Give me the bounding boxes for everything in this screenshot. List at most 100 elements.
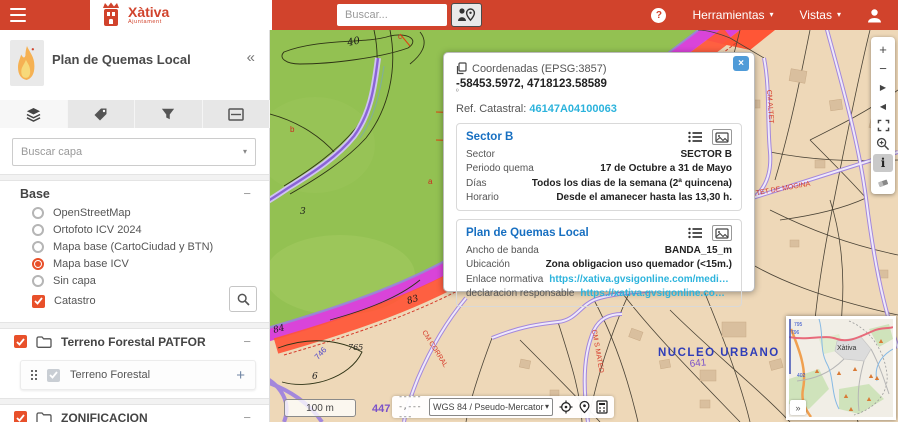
close-icon[interactable]: × (733, 56, 749, 71)
attr-value: Todos los dias de la semana (2ª quincena… (532, 178, 732, 189)
attr-link-value[interactable]: https://xativa.gvsigonline.com/media/dat… (580, 288, 732, 299)
checkbox-checked-icon[interactable] (32, 295, 45, 308)
help-icon[interactable]: ? (651, 8, 666, 23)
attr-link-value[interactable]: https://xativa.gvsigonline.com/media/dat… (549, 274, 732, 285)
pan-east-button[interactable]: ▶ (873, 78, 893, 96)
list-icon (688, 227, 703, 239)
top-navbar: Xàtiva Ajuntament ? Herramientas ▾ Vista… (0, 0, 898, 30)
app-logo[interactable]: Xàtiva Ajuntament (90, 0, 272, 30)
magnifier-plus-icon (876, 137, 890, 151)
attachments-button[interactable] (712, 129, 732, 145)
map-toolbar: + − ▶ ◀ i (871, 37, 895, 194)
attribute-list-button[interactable] (688, 131, 703, 143)
burn-plan-thumbnail (10, 40, 44, 86)
radio-icon[interactable] (32, 241, 44, 253)
basemap-option-sin-capa[interactable]: Sin capa (32, 274, 96, 288)
radio-icon[interactable] (32, 207, 44, 219)
copy-icon[interactable] (456, 62, 467, 75)
coordinates-label: Coordenadas (EPSG:3857) (472, 63, 607, 75)
layers-sidebar: Plan de Quemas Local « (0, 30, 270, 422)
degree-mark: º (456, 90, 742, 95)
basemap-option-mapa-base-icv[interactable]: Mapa base ICV (32, 257, 129, 271)
radio-selected-icon[interactable] (32, 258, 44, 270)
minimap-toggle-button[interactable]: » (790, 400, 806, 415)
overlay-option-catastro[interactable]: Catastro (32, 294, 96, 308)
attr-label: Ancho de banda (466, 245, 539, 256)
option-label: Sin capa (53, 275, 96, 287)
tab-filter[interactable] (135, 100, 203, 128)
subparcel-label: b (290, 125, 295, 134)
feature-title[interactable]: Plan de Quemas Local (466, 227, 679, 239)
collapse-section-icon[interactable]: − (243, 410, 251, 422)
parcel-label: 765 (348, 343, 363, 352)
attachments-button[interactable] (712, 225, 732, 241)
projection-select[interactable]: WGS 84 / Pseudo-Mercator ▾ (429, 398, 553, 416)
drag-handle-icon[interactable] (31, 370, 33, 372)
subparcel-label: a (428, 177, 433, 186)
urban-area-label: NUCLEO URBANO (658, 347, 780, 359)
attribute-list-button[interactable] (688, 227, 703, 239)
zoom-in-button[interactable]: + (873, 40, 893, 58)
pan-west-button[interactable]: ◀ (873, 97, 893, 115)
topbar-menu: ? Herramientas ▾ Vistas ▾ (651, 0, 898, 30)
target-icon (559, 400, 573, 414)
collapse-section-icon[interactable]: − (243, 334, 251, 349)
expand-layer-icon[interactable]: + (236, 367, 245, 384)
attr-label: declaracion responsable (466, 288, 574, 299)
attr-label: Periodo quema (466, 163, 534, 174)
zoom-out-button[interactable]: − (873, 59, 893, 77)
checkbox-checked-icon[interactable] (14, 411, 27, 422)
zoom-box-button[interactable] (873, 135, 893, 153)
legend-table-icon (228, 108, 244, 121)
coordinates-value: -58453.5972, 4718123.58589 (456, 78, 742, 90)
user-icon[interactable] (867, 8, 882, 23)
radio-icon[interactable] (32, 275, 44, 287)
center-target-button[interactable] (559, 400, 573, 414)
feature-info-tool-button[interactable]: i (873, 154, 893, 172)
divider (0, 322, 269, 329)
clear-selection-button[interactable] (873, 173, 893, 191)
measure-calculator-button[interactable] (596, 400, 608, 414)
tab-tags[interactable] (68, 100, 136, 128)
layer-search-select[interactable]: Buscar capa ▾ (12, 138, 256, 166)
basemap-option-openstreetmap[interactable]: OpenStreetMap (32, 206, 131, 220)
attr-label: Días (466, 178, 487, 189)
parcel-label: 3 (300, 207, 306, 217)
map-viewport[interactable]: 40 83 84 765 6 3 b a c 447 641 746 NUCLE… (270, 30, 898, 422)
sidebar-collapse-button[interactable]: « (247, 49, 255, 66)
go-to-coordinate-button[interactable] (579, 400, 590, 414)
road-number-label: 447 (372, 403, 390, 415)
tag-icon (93, 107, 108, 122)
pin-icon (579, 400, 590, 414)
tools-menu[interactable]: Herramientas ▾ (692, 8, 773, 22)
search-input[interactable] (337, 4, 447, 26)
cadastral-ref-link[interactable]: 46147A04100063 (529, 103, 616, 115)
catastro-search-button[interactable] (229, 286, 257, 312)
group-terreno-forestal-patfor: Terreno Forestal PATFOR − (14, 334, 251, 349)
basemap-option-ortofoto-icv[interactable]: Ortofoto ICV 2024 (32, 223, 142, 237)
fullscreen-button[interactable] (873, 116, 893, 134)
checkbox-checked-icon[interactable] (14, 335, 27, 348)
collapse-section-icon[interactable]: − (243, 186, 251, 201)
tab-legend[interactable] (203, 100, 271, 128)
street-locator-button[interactable] (451, 3, 482, 27)
feature-title[interactable]: Sector B (466, 131, 679, 143)
group-zonificacion: ZONIFICACION − (14, 410, 251, 422)
option-label: Catastro (54, 295, 96, 307)
group-title[interactable]: Terreno Forestal PATFOR (61, 335, 234, 349)
caret-down-icon: ▾ (243, 148, 247, 156)
person-pin-icon (457, 7, 476, 23)
views-menu[interactable]: Vistas ▾ (800, 8, 841, 22)
image-icon (715, 132, 729, 143)
checkbox-disabled-icon[interactable] (47, 369, 60, 382)
tab-layers[interactable] (0, 100, 68, 128)
overview-minimap[interactable]: Xàtiva 795 796 402 » (786, 316, 896, 420)
sidebar-title: Plan de Quemas Local (52, 52, 191, 67)
group-title[interactable]: ZONIFICACION (61, 411, 234, 422)
radio-icon[interactable] (32, 224, 44, 236)
layer-item-terreno-forestal[interactable]: Terreno Forestal + (20, 360, 256, 390)
mouse-coordinates: ------,------ (398, 392, 423, 422)
calculator-icon (596, 400, 608, 414)
basemap-option-cartociudad[interactable]: Mapa base (CartoCiudad y BTN) (32, 240, 213, 254)
menu-icon[interactable] (10, 8, 28, 22)
